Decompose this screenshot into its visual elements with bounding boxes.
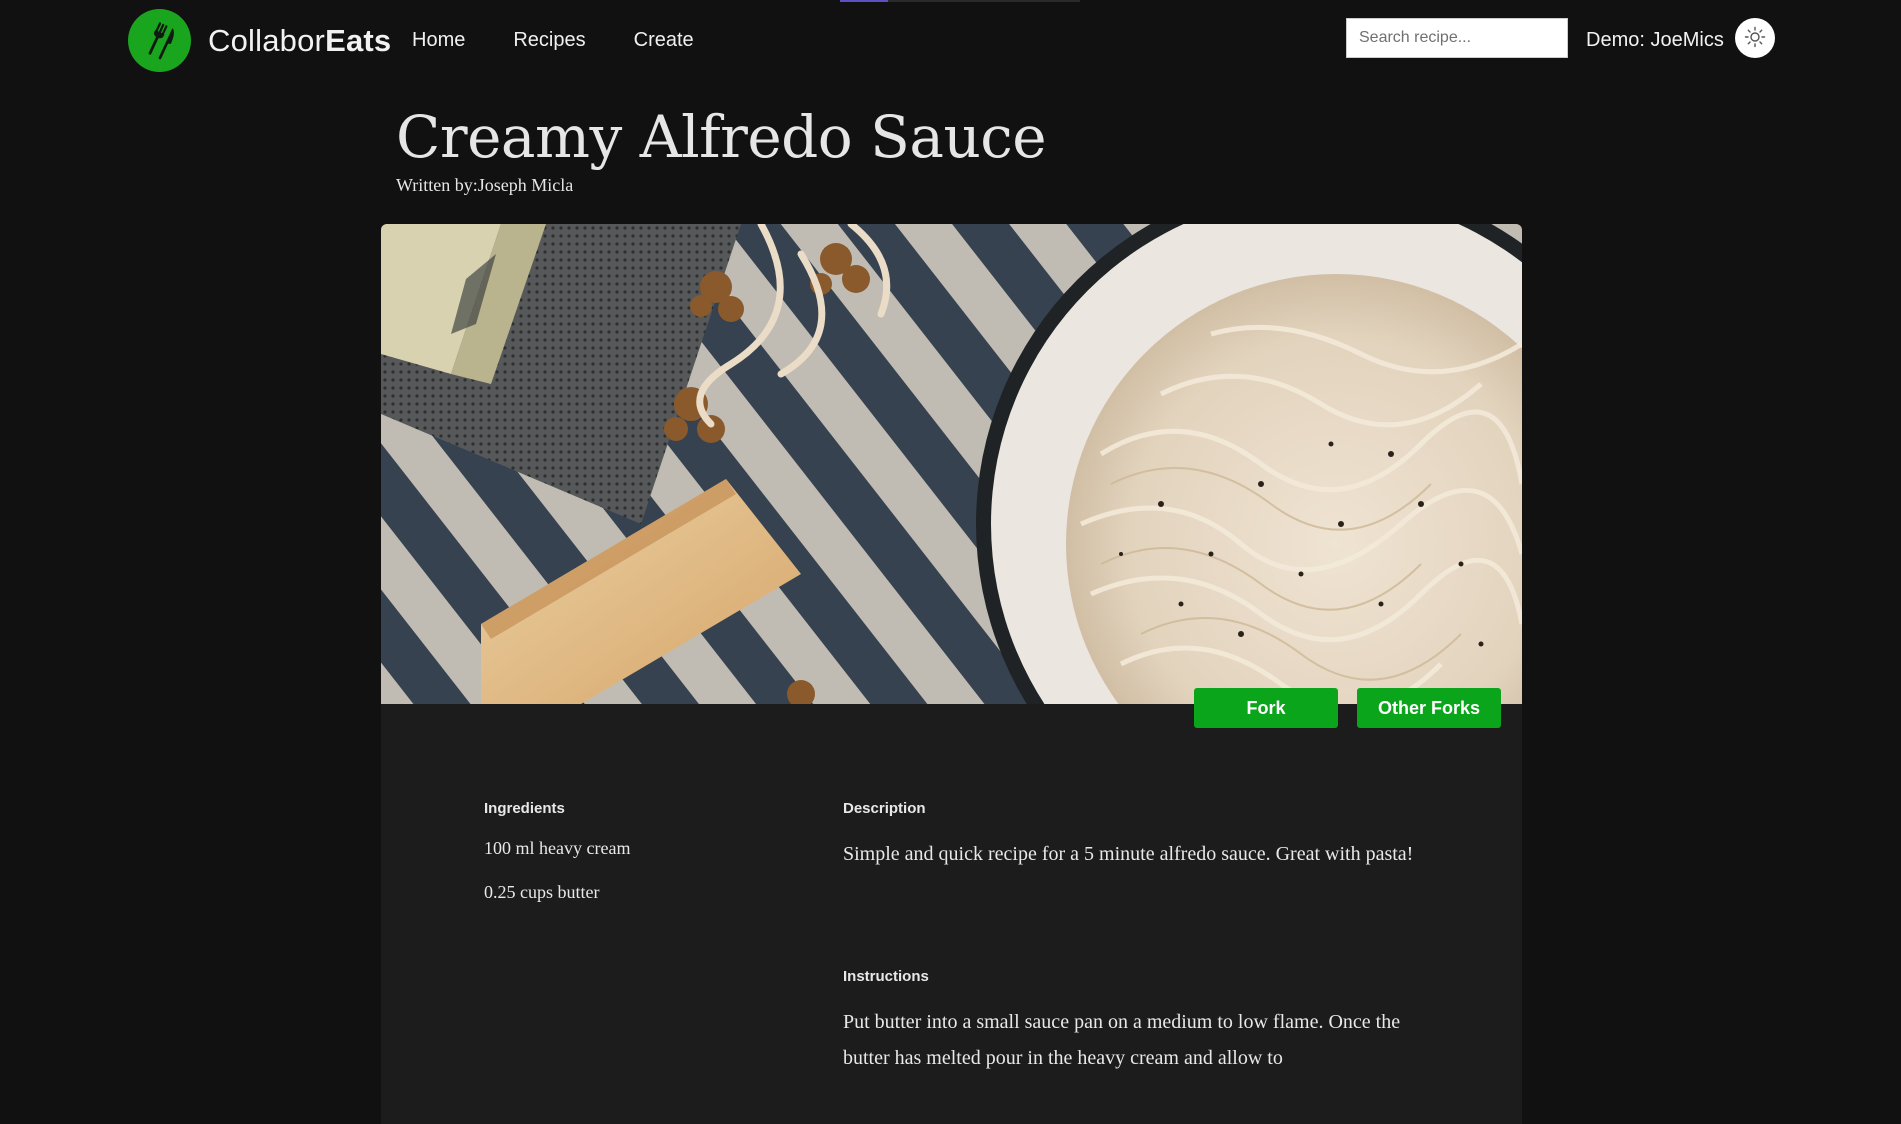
brand-name: CollaborEats [208,22,392,58]
nav-links: Home Recipes Create [412,29,742,52]
ingredient-item: 100 ml heavy cream [484,838,631,858]
fork-knife-icon [128,9,191,72]
sun-icon [1744,26,1766,51]
nav-home-link[interactable]: Home [412,29,465,52]
instructions-text: Put butter into a small sauce pan on a m… [843,1011,1401,1069]
search-input[interactable] [1346,18,1568,58]
recipe-card: Fork Other Forks Ingredients 100 ml heav… [381,224,1522,1124]
top-navbar: CollaborEats Home Recipes Create Demo: J… [0,0,1901,82]
description-heading: Description [843,800,926,817]
ingredients-heading: Ingredients [484,800,565,817]
other-forks-button[interactable]: Other Forks [1357,688,1501,728]
nav-recipes-link[interactable]: Recipes [513,29,585,52]
ingredient-item: 0.25 cups butter [484,882,600,902]
description-text: Simple and quick recipe for a 5 minute a… [843,843,1414,865]
fork-button[interactable]: Fork [1194,688,1338,728]
recipe-hero-image [381,224,1522,704]
recipe-title: Creamy Alfredo Sauce [396,103,1047,171]
instructions-heading: Instructions [843,968,929,985]
nav-create-link[interactable]: Create [634,29,694,52]
brand-logo-link[interactable]: CollaborEats [128,9,391,72]
theme-toggle-button[interactable] [1735,18,1775,58]
recipe-author: Written by:Joseph Micla [396,175,574,195]
current-user-label: Demo: JoeMics [1586,29,1724,51]
